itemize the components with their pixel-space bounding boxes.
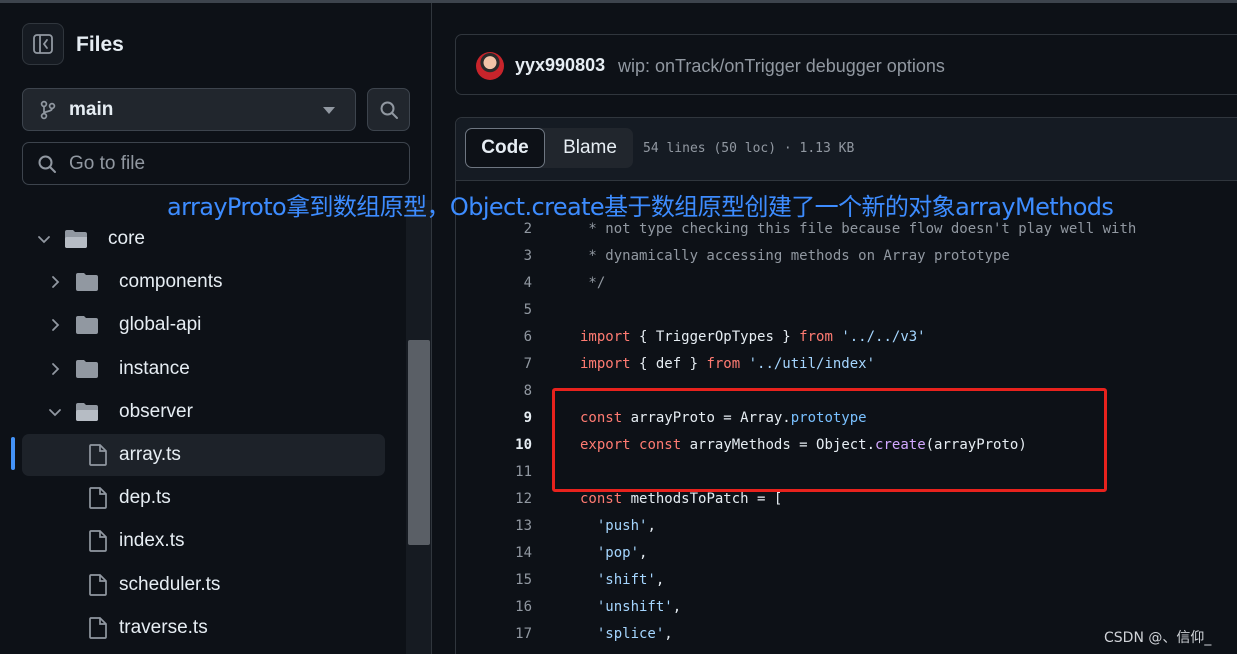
file-tree: core components global-api instance observer… (0, 182, 406, 654)
sidebar-title: Files (76, 33, 124, 56)
tree-item-label: traverse.ts (119, 617, 208, 638)
tree-item-label: components (119, 271, 223, 292)
highlight-box (552, 388, 1107, 492)
tree-file[interactable]: traverse.ts (22, 607, 385, 649)
tree-folder[interactable]: components (22, 261, 385, 303)
tree-file[interactable]: scheduler.ts (22, 564, 385, 606)
search-icon (380, 101, 398, 119)
file-icon (89, 444, 107, 466)
tab-blame[interactable]: Blame (547, 128, 633, 168)
tree-item-label: array.ts (119, 444, 181, 465)
tree-item-label: observer (119, 401, 193, 422)
tab-code[interactable]: Code (465, 128, 545, 168)
tree-item-label: index.ts (119, 530, 185, 551)
tree-item-label: scheduler.ts (119, 574, 221, 595)
tree-folder[interactable]: observer (22, 391, 385, 433)
chevron-down-icon (323, 107, 335, 114)
folder-icon (65, 230, 87, 248)
file-icon (89, 530, 107, 552)
chevron-right-icon[interactable] (47, 274, 63, 290)
annotation-text: arrayProto拿到数组原型，Object.create基于数组原型创建了一… (167, 193, 1114, 221)
tree-folder[interactable]: global-api (22, 304, 385, 346)
chevron-down-icon[interactable] (47, 404, 63, 420)
tree-item-label: core (108, 228, 145, 249)
chevron-right-icon[interactable] (47, 361, 63, 377)
collapse-sidebar-button[interactable] (22, 23, 64, 65)
tree-file[interactable]: dep.ts (22, 477, 385, 519)
avatar[interactable] (476, 52, 504, 80)
tree-folder[interactable]: core (22, 218, 385, 260)
watermark: CSDN @、信仰_ (1104, 630, 1212, 646)
file-tree-sidebar: Files main Go to file core components gl… (0, 0, 432, 654)
search-button[interactable] (367, 88, 410, 131)
code-viewer-header: Code Blame 54 lines (50 loc) · 1.13 KB (456, 118, 1237, 181)
file-info: 54 lines (50 loc) · 1.13 KB (643, 141, 855, 156)
folder-icon (76, 316, 98, 334)
folder-icon (76, 273, 98, 291)
chevron-down-icon[interactable] (36, 231, 52, 247)
latest-commit-bar: yyx990803 wip: onTrack/onTrigger debugge… (455, 34, 1237, 95)
tree-file[interactable]: array.ts (22, 434, 385, 476)
sidebar-collapse-icon (33, 34, 53, 54)
chevron-right-icon[interactable] (47, 317, 63, 333)
tree-item-label: instance (119, 358, 190, 379)
tree-file[interactable]: index.ts (22, 520, 385, 562)
file-icon (89, 574, 107, 596)
file-icon (89, 617, 107, 639)
go-to-file-input[interactable]: Go to file (22, 142, 410, 185)
branch-selector[interactable]: main (22, 88, 356, 131)
top-border (0, 0, 1237, 3)
file-icon (89, 487, 107, 509)
commit-author[interactable]: yyx990803 (515, 55, 605, 76)
commit-message[interactable]: wip: onTrack/onTrigger debugger options (618, 56, 945, 77)
folder-icon (76, 360, 98, 378)
tree-item-label: global-api (119, 314, 202, 335)
tree-item-label: dep.ts (119, 487, 171, 508)
search-icon (38, 155, 56, 173)
view-mode-toggle: Code Blame (465, 128, 633, 168)
branch-name: main (69, 98, 114, 120)
go-to-file-placeholder: Go to file (69, 152, 146, 174)
sidebar-header: Files main Go to file (0, 0, 431, 200)
git-branch-icon (40, 100, 56, 119)
folder-icon (76, 403, 98, 421)
sidebar-scrollbar-thumb[interactable] (408, 340, 430, 545)
tree-folder[interactable]: instance (22, 348, 385, 390)
